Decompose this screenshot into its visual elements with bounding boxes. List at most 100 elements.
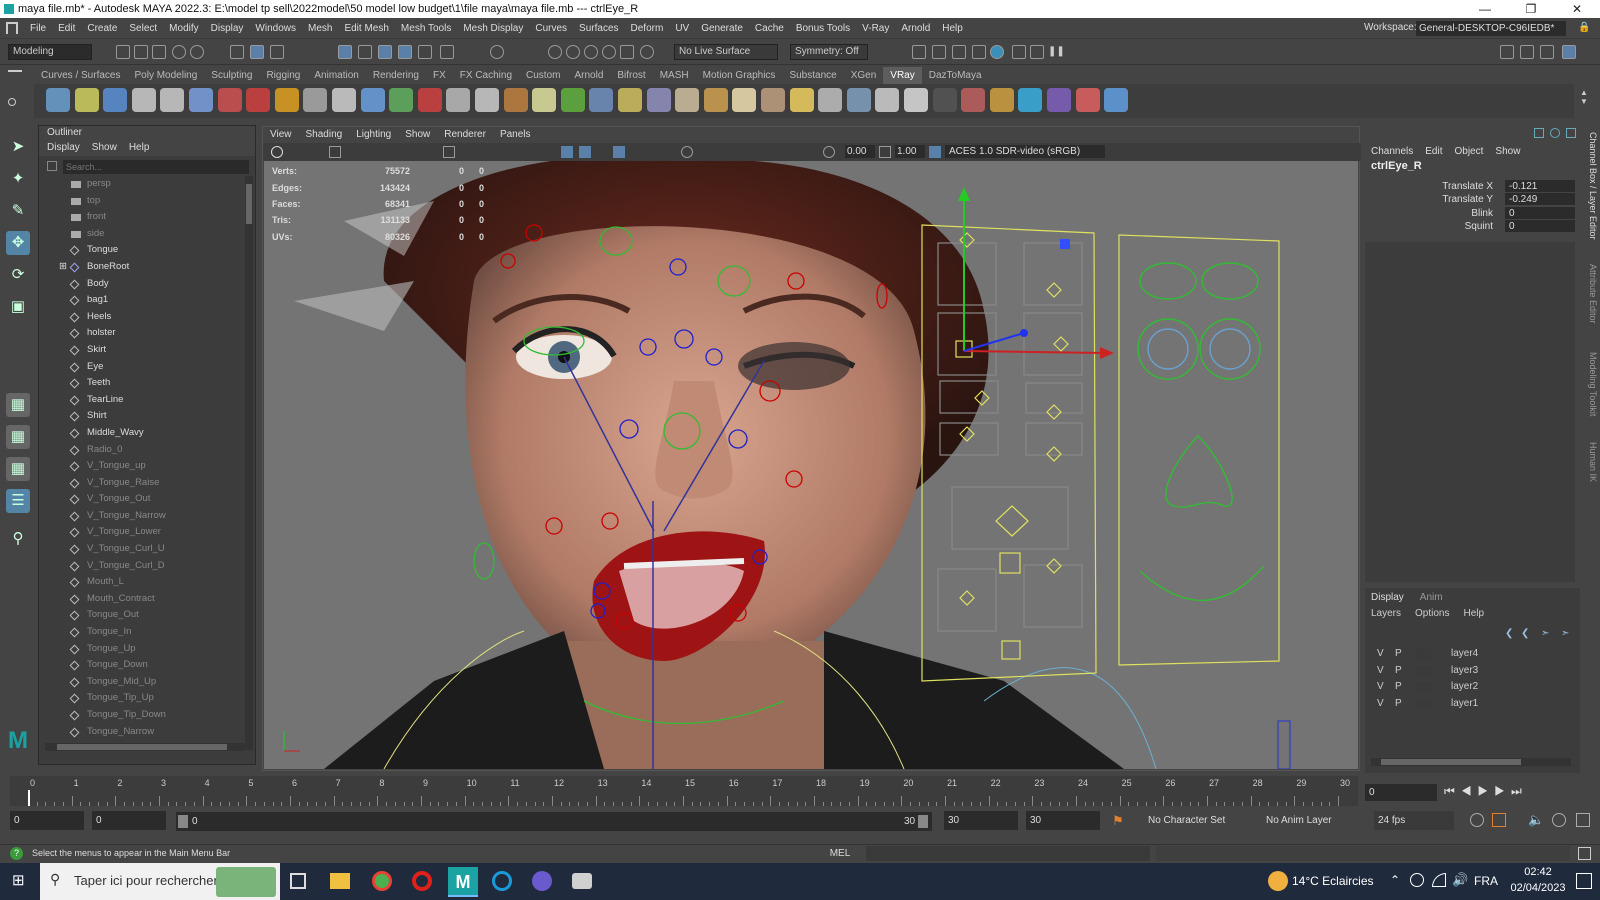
layer-color-swatch[interactable] [1415,649,1431,659]
layer-color-swatch[interactable] [1415,682,1431,693]
clock-time[interactable]: 02:42 [1513,866,1563,878]
outliner-item[interactable]: V_Tongue_Curl_U [39,541,243,558]
channel-value-field[interactable]: 0 [1505,220,1575,233]
select-object-icon[interactable] [250,45,264,59]
sound-icon[interactable]: 🔈 [1528,812,1544,828]
layer-playback-toggle[interactable]: P [1395,663,1402,679]
notifications-icon[interactable] [1576,873,1592,889]
outliner-item[interactable]: Tongue [39,242,243,259]
layer-visibility-toggle[interactable]: V [1377,696,1384,712]
anim-layer-select[interactable]: No Anim Layer [1266,811,1366,830]
wireframe-icon[interactable] [561,146,573,158]
menu-curves[interactable]: Curves [529,18,573,39]
shelf-tool-26-icon[interactable] [761,88,785,112]
render-view-icon[interactable] [912,45,926,59]
gamma-field[interactable]: 1.00 [895,145,925,158]
shelf-tab-fx-caching[interactable]: FX Caching [453,67,519,84]
shelf-tool-8-icon[interactable] [246,88,271,112]
channel-row[interactable]: Squint 0 [1365,220,1575,233]
new-layer-icon[interactable]: ➣ [1541,628,1549,639]
outliner-item[interactable]: Tongue_Down [39,657,243,674]
shelf-tool-13-icon[interactable] [389,88,414,112]
four-view-icon[interactable]: ▦ [6,425,30,449]
expand-icon[interactable]: ⊞ [59,259,67,276]
menu-edit[interactable]: Edit [52,18,81,39]
outliner-item[interactable]: persp [39,176,243,193]
viewport-menu-renderer[interactable]: Renderer [437,127,493,143]
symmetry-icon[interactable] [640,45,654,59]
menu-create[interactable]: Create [81,18,123,39]
viewport-menu-view[interactable]: View [263,127,299,143]
gamma-icon[interactable] [879,146,891,158]
outliner-item[interactable]: V_Tongue_Narrow [39,508,243,525]
layer-row[interactable]: V Player2 [1371,679,1571,695]
scene-end-field[interactable]: 30 [1026,811,1100,830]
channel-row[interactable]: Translate X -0.121 [1365,180,1575,193]
range-slider[interactable]: 0 30 [176,812,932,831]
channel-box-pin-icon[interactable] [1550,128,1560,138]
shelf-tab-daztomaya[interactable]: DazToMaya [922,67,989,84]
shelf-tool-9-icon[interactable] [274,88,299,112]
snap-view-icon[interactable] [398,45,412,59]
playback-start-field[interactable]: 0 [92,811,166,830]
save-scene-icon[interactable] [152,45,166,59]
channel-row[interactable]: Blink 0 [1365,206,1575,220]
move-tool-icon[interactable]: ✥ [6,231,30,255]
undo-icon[interactable] [172,45,186,59]
new-scene-icon[interactable] [116,45,130,59]
outliner-item[interactable]: Eye [39,359,243,376]
tray-sync-icon[interactable] [1410,873,1424,887]
shelf-tool-12-icon[interactable] [360,88,385,112]
menu-bonus-tools[interactable]: Bonus Tools [790,18,856,39]
tab-channel-box[interactable]: Channel Box / Layer Editor [1584,132,1598,252]
pause-icon[interactable]: ❚❚ [1048,45,1065,59]
layer-hscrollbar[interactable] [1371,758,1571,766]
snap-point-icon[interactable] [378,45,392,59]
outliner-item[interactable]: V_Tongue_Lower [39,524,243,541]
file-explorer-icon[interactable] [330,873,350,889]
channel-menu-show[interactable]: Show [1495,146,1520,157]
menu-file[interactable]: File [24,18,52,39]
render-setup-icon[interactable] [1012,45,1026,59]
outliner-item[interactable]: Tongue_Mid_Up [39,674,243,691]
step-back-icon[interactable]: ◀ [1461,784,1478,798]
menu-v-ray[interactable]: V-Ray [856,18,895,39]
3d-viewport[interactable]: Verts: 75572 0 0 Edges: 143424 0 0 Faces: 68341 0 0… [264,161,1358,769]
menu-display[interactable]: Display [205,18,250,39]
magnet-icon[interactable] [602,45,616,59]
close-icon[interactable]: ✕ [1554,0,1600,18]
go-to-start-icon[interactable]: ⏮ [1444,784,1461,798]
layer-row[interactable]: V Player3 [1371,663,1571,679]
select-hierarchy-icon[interactable] [230,45,244,59]
shelf-tab-custom[interactable]: Custom [519,67,567,84]
outliner-item[interactable]: V_Tongue_Raise [39,475,243,492]
outliner-menu-help[interactable]: Help [129,142,150,153]
channel-row[interactable]: Translate Y -0.249 [1365,193,1575,206]
outliner-item[interactable]: Tongue_Narrow [39,724,243,741]
shelf-tool-22-icon[interactable] [646,88,671,112]
menu-generate[interactable]: Generate [695,18,749,39]
outliner-item[interactable]: holster [39,325,243,342]
shelf-tool-5-icon[interactable] [160,88,185,112]
layer-move-down-icon[interactable]: ❮ [1521,628,1529,639]
grid-toggle-icon[interactable] [443,146,455,158]
view-transform-select[interactable]: ACES 1.0 SDR-video (sRGB) [945,145,1105,158]
layer-playback-toggle[interactable]: P [1395,696,1402,712]
single-view-icon[interactable]: ▦ [6,393,30,417]
clock-date[interactable]: 02/04/2023 [1505,882,1571,894]
viewport-menu-shading[interactable]: Shading [299,127,350,143]
render-settings-icon[interactable] [972,45,986,59]
shelf-tab-fx[interactable]: FX [426,67,453,84]
script-editor-icon[interactable] [1578,847,1591,860]
shelf-tab-vray[interactable]: VRay [883,67,922,84]
shelf-tool-20-icon[interactable] [589,88,614,112]
outliner-item[interactable]: side [39,226,243,243]
lock-icon[interactable] [490,45,504,59]
outliner-layout-icon[interactable]: ☰ [6,489,30,513]
outliner-search-input[interactable] [63,160,249,174]
channel-box-dock-icon[interactable] [1534,128,1544,138]
history-icon[interactable] [584,45,598,59]
input-language[interactable]: FRA [1474,874,1498,888]
tab-human-ik[interactable]: Human IK [1584,442,1598,502]
menu-mesh[interactable]: Mesh [302,18,338,39]
